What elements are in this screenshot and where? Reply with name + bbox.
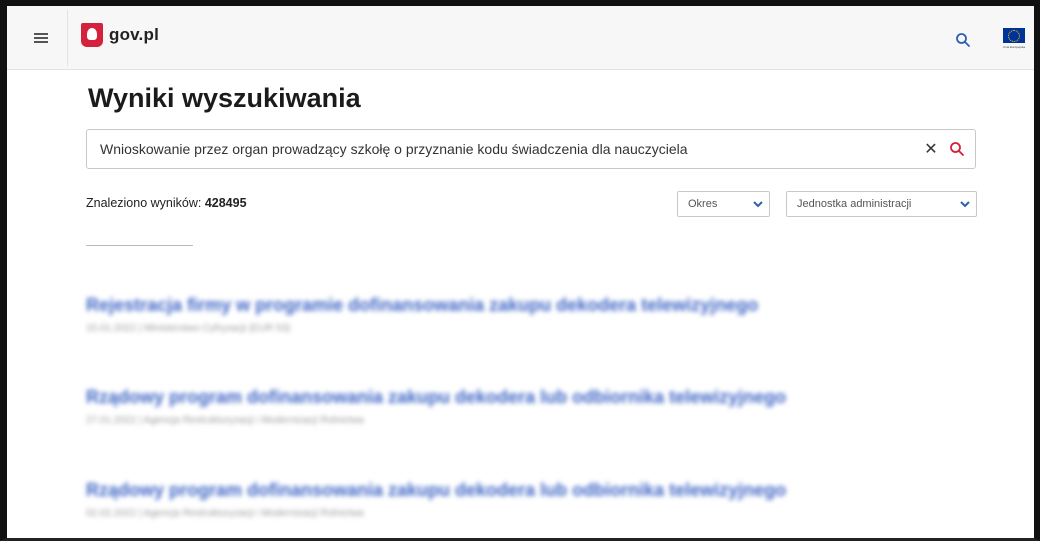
chevron-down-icon — [753, 201, 763, 208]
results-count: Znaleziono wyników: 428495 — [86, 196, 247, 210]
result-title-link[interactable]: Rządowy program dofinansowania zakupu de… — [86, 480, 786, 501]
eu-flag-icon[interactable]: Unia Europejska — [999, 28, 1029, 54]
list-item: Rejestracja firmy w programie dofinansow… — [86, 295, 758, 334]
screenshot-frame — [0, 0, 1040, 541]
search-box: ✕ — [86, 129, 976, 169]
result-title-link[interactable]: Rządowy program dofinansowania zakupu de… — [86, 387, 786, 408]
filter-jednostka-label: Jednostka administracji — [797, 198, 912, 210]
search-icon[interactable] — [955, 32, 971, 48]
search-submit-icon[interactable] — [949, 141, 965, 157]
menu-button[interactable] — [15, 10, 68, 66]
filter-okres-dropdown[interactable]: Okres — [677, 191, 770, 217]
chevron-down-icon — [960, 201, 970, 208]
filter-okres-label: Okres — [688, 198, 718, 210]
logo-text: gov.pl — [109, 25, 159, 44]
result-meta: 02.02.2022 | Agencja Restrukturyzacji i … — [86, 508, 364, 519]
search-input[interactable] — [100, 130, 900, 168]
top-bar: gov.pl Unia Europejska — [7, 6, 1034, 70]
page-title: Wyniki wyszukiwania — [88, 83, 361, 113]
result-meta: 27.01.2022 | Agencja Restrukturyzacji i … — [86, 415, 364, 426]
result-meta: 15.01.2022 | Ministerstwo Cyfryzacji (EU… — [86, 323, 291, 334]
close-icon[interactable]: ✕ — [921, 139, 941, 159]
filter-jednostka-dropdown[interactable]: Jednostka administracji — [786, 191, 977, 217]
divider — [86, 245, 193, 246]
gov-pl-logo[interactable]: gov.pl — [81, 23, 159, 47]
list-item: Rządowy program dofinansowania zakupu de… — [86, 387, 786, 426]
results-count-label: Znaleziono wyników: — [86, 196, 202, 210]
results-count-value: 428495 — [204, 196, 247, 210]
hamburger-menu-icon — [34, 33, 48, 43]
emblem-icon — [81, 23, 103, 47]
list-item: Rządowy program dofinansowania zakupu de… — [86, 480, 786, 519]
result-title-link[interactable]: Rejestracja firmy w programie dofinansow… — [86, 295, 758, 316]
